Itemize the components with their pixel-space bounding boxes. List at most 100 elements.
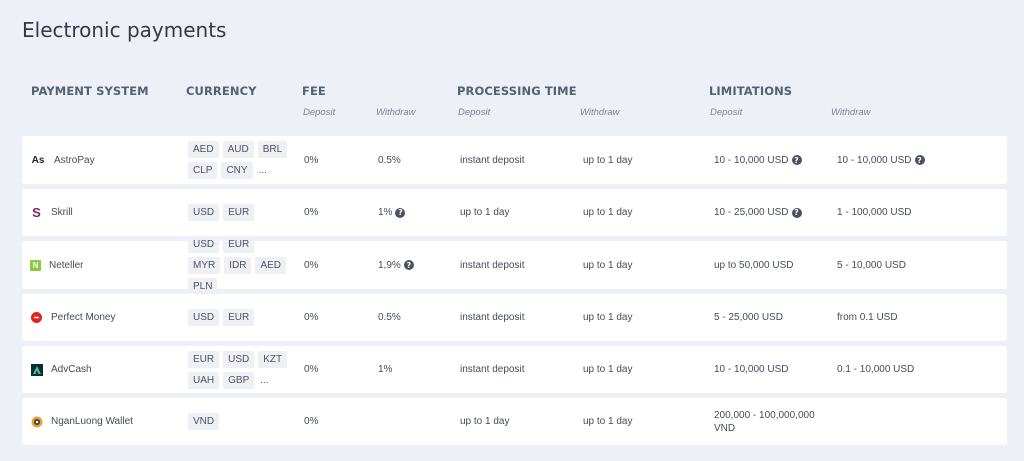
currency-chip: PLN <box>188 277 218 295</box>
header-payment-system: PAYMENT SYSTEM <box>31 84 149 98</box>
subheader-limit-withdraw: Withdraw <box>831 107 871 118</box>
currency-chip: IDR <box>224 256 252 274</box>
subheader-processing-deposit: Deposit <box>458 107 491 118</box>
fee-withdraw: 1,9% <box>378 259 401 271</box>
currency-more-indicator[interactable]: ... <box>257 162 269 179</box>
header-fee: FEE <box>302 84 326 98</box>
subheader-fee-deposit: Deposit <box>303 107 336 118</box>
table-row[interactable]: S Skrill USD EUR 0% 1% ? up to 1 day up … <box>22 189 1007 236</box>
table-row[interactable]: Perfect Money USD EUR 0% 0.5% instant de… <box>22 294 1007 341</box>
limit-deposit: 10 - 25,000 USD <box>714 207 789 218</box>
nganluong-logo-icon <box>30 415 43 428</box>
currency-chip: BRL <box>257 141 288 158</box>
currency-chip: EUR <box>223 309 255 326</box>
fee-withdraw-cell: 1,9% ? <box>378 241 414 289</box>
limit-withdraw: 10 - 10,000 USD <box>837 154 912 166</box>
payment-system-name-cell: As AstroPay <box>30 136 95 184</box>
currency-chip: CLP <box>188 162 218 179</box>
payment-system-name: Perfect Money <box>51 312 116 323</box>
fee-withdraw: 0.5% <box>378 154 401 166</box>
currency-chip: GBP <box>223 371 255 389</box>
processing-deposit: instant deposit <box>460 259 525 271</box>
currency-chip: CNY <box>221 162 253 179</box>
payment-system-name-cell: Perfect Money <box>30 294 115 341</box>
fee-withdraw: 1% <box>378 207 393 218</box>
currency-chip: EUR <box>223 235 255 253</box>
currency-list: USD EUR <box>188 189 288 236</box>
limit-withdraw-cell: 10 - 10,000 USD ? <box>837 136 925 184</box>
payment-system-name: NganLuong Wallet <box>51 416 133 427</box>
currency-list: VND <box>188 398 288 445</box>
payment-system-name-cell: N Neteller <box>30 241 83 289</box>
help-icon[interactable]: ? <box>395 207 406 218</box>
currency-list: AED AUD BRL CLP CNY ... <box>188 136 288 184</box>
subheader-processing-withdraw: Withdraw <box>580 107 620 118</box>
processing-deposit: instant deposit <box>460 312 525 323</box>
payment-system-name: AstroPay <box>54 154 95 166</box>
header-currency: CURRENCY <box>186 84 257 98</box>
limit-deposit-cell: 10 - 25,000 USD ? <box>714 189 802 236</box>
header-processing-time: PROCESSING TIME <box>457 84 577 98</box>
help-icon[interactable]: ? <box>791 155 802 165</box>
fee-deposit: 0% <box>304 207 319 218</box>
processing-withdraw: up to 1 day <box>583 416 633 427</box>
currency-chip: MYR <box>188 256 221 274</box>
limit-deposit: 10 - 10,000 USD <box>714 154 789 166</box>
limit-deposit-cell: 10 - 10,000 USD ? <box>714 136 802 184</box>
limit-deposit: 10 - 10,000 USD <box>714 364 789 375</box>
payment-system-name-cell: S Skrill <box>30 189 73 236</box>
table-row[interactable]: As AstroPay AED AUD BRL CLP CNY ... 0% 0… <box>22 136 1007 184</box>
table-row[interactable]: AdvCash EUR USD KZT UAH GBP ... 0% 1% in… <box>22 346 1007 393</box>
currency-chip: USD <box>223 350 255 368</box>
currency-list: USD EUR <box>188 294 288 341</box>
processing-withdraw: up to 1 day <box>583 207 633 218</box>
processing-deposit: instant deposit <box>460 364 525 375</box>
skrill-logo-icon: S <box>32 205 41 220</box>
processing-deposit: instant deposit <box>460 154 525 166</box>
astropay-logo-icon: As <box>31 154 45 166</box>
processing-withdraw: up to 1 day <box>583 259 633 271</box>
limit-deposit: up to 50,000 USD <box>714 259 794 271</box>
help-icon[interactable]: ? <box>791 207 802 218</box>
fee-withdraw: 1% <box>378 364 393 375</box>
currency-chip: VND <box>188 413 220 430</box>
processing-deposit: up to 1 day <box>460 207 510 218</box>
currency-chip: KZT <box>258 350 288 368</box>
limit-withdraw: from 0.1 USD <box>837 312 898 323</box>
fee-deposit: 0% <box>304 416 319 427</box>
processing-withdraw: up to 1 day <box>583 312 633 323</box>
payment-system-name: Skrill <box>51 207 73 218</box>
fee-deposit: 0% <box>304 154 319 166</box>
limit-deposit: 200,000 - 100,000,000 VND <box>714 409 815 434</box>
help-icon[interactable]: ? <box>914 155 925 165</box>
subheader-limit-deposit: Deposit <box>710 107 743 118</box>
perfect-money-logo-icon <box>30 311 43 324</box>
currency-list: USD EUR MYR IDR AED PLN <box>188 235 288 295</box>
neteller-logo-icon: N <box>30 259 41 271</box>
fee-deposit: 0% <box>304 364 319 375</box>
currency-chip: USD <box>188 204 220 221</box>
page-title: Electronic payments <box>22 18 227 42</box>
help-icon[interactable]: ? <box>403 260 414 270</box>
currency-chip: USD <box>188 309 220 326</box>
currency-chip: AED <box>255 256 287 274</box>
currency-chip: AED <box>188 141 219 158</box>
processing-withdraw: up to 1 day <box>583 154 633 166</box>
processing-withdraw: up to 1 day <box>583 364 633 375</box>
processing-deposit: up to 1 day <box>460 416 510 427</box>
limit-withdraw: 5 - 10,000 USD <box>837 259 906 271</box>
payment-system-name-cell: AdvCash <box>30 346 92 393</box>
limit-deposit: 5 - 25,000 USD <box>714 312 783 323</box>
fee-withdraw-cell: 1% ? <box>378 189 406 236</box>
currency-chip: AUD <box>222 141 254 158</box>
header-limitations: LIMITATIONS <box>709 84 793 98</box>
currency-more-indicator[interactable]: ... <box>258 372 270 389</box>
currency-chip: UAH <box>188 371 220 389</box>
payment-system-name: Neteller <box>49 259 84 271</box>
fee-deposit: 0% <box>304 259 319 271</box>
table-row[interactable]: NganLuong Wallet VND 0% up to 1 day up t… <box>22 398 1007 445</box>
table-row[interactable]: N Neteller USD EUR MYR IDR AED PLN 0% 1,… <box>22 235 1007 295</box>
fee-withdraw: 0.5% <box>378 312 401 323</box>
limit-withdraw: 0.1 - 10,000 USD <box>837 364 915 375</box>
fee-deposit: 0% <box>304 312 319 323</box>
